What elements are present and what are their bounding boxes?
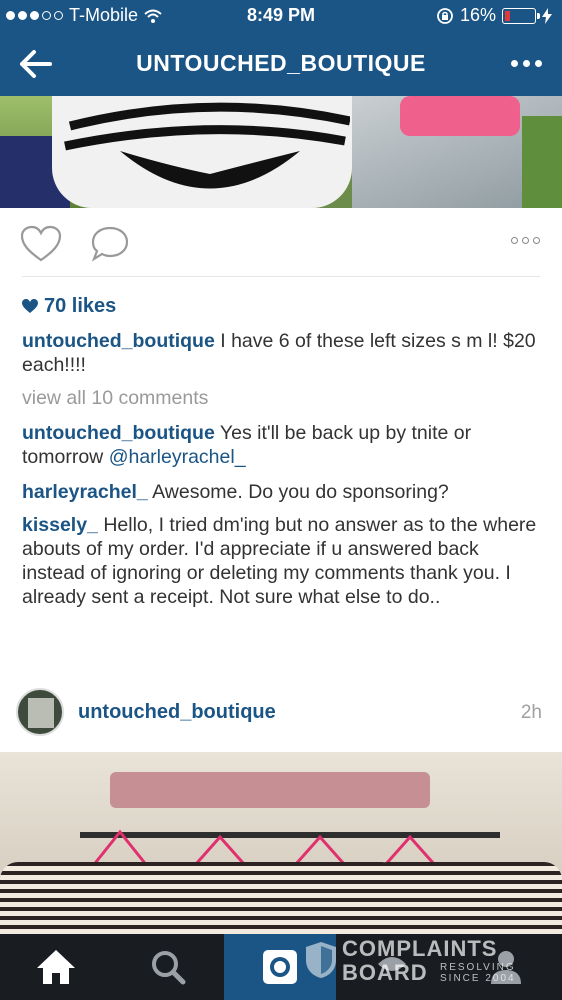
filled-heart-icon [22, 299, 38, 313]
complaintsboard-watermark: COMPLAINTS BOARD RESOLVING SINCE 2004 [300, 934, 562, 1000]
camera-icon [263, 950, 297, 984]
search-icon [152, 951, 186, 985]
post-caption: untouched_boutique I have 6 of these lef… [22, 329, 542, 377]
battery-icon [502, 7, 540, 24]
watermark-line-1: COMPLAINTS [342, 936, 498, 961]
comment-username[interactable]: untouched_boutique [22, 422, 215, 444]
rotation-lock-icon [437, 7, 453, 24]
caption-username[interactable]: untouched_boutique [22, 330, 215, 352]
home-icon [37, 950, 75, 984]
comment: kissely_ Hello, I tried dm'ing but no an… [22, 513, 542, 609]
battery-percentage: 16% [459, 5, 496, 25]
shield-logo-icon [306, 942, 336, 978]
status-bar: T-Mobile 8:49 PM 16% [0, 0, 562, 32]
comment-mention[interactable]: @harleyrachel_ [109, 446, 246, 468]
post-photo[interactable] [0, 752, 562, 934]
comment-text: Hello, I tried dm'ing but no answer as t… [22, 514, 537, 608]
post-options-icon[interactable] [511, 237, 540, 244]
comment-text: Awesome. Do you do sponsoring? [147, 481, 449, 503]
post-photo[interactable] [0, 96, 562, 208]
post-header: untouched_boutique 2h [0, 684, 562, 740]
like-heart-icon[interactable] [20, 225, 62, 263]
divider [22, 276, 540, 277]
page-title: UNTOUCHED_BOUTIQUE [136, 50, 426, 76]
comment: untouched_boutique Yes it'll be back up … [22, 421, 542, 469]
more-options-icon[interactable] [511, 60, 542, 67]
comment-username[interactable]: harleyrachel_ [22, 481, 148, 503]
post-timestamp: 2h [520, 702, 542, 723]
comment-bubble-icon[interactable] [90, 225, 130, 263]
bikini-bottom-image [64, 102, 350, 189]
watermark-tagline: RESOLVING SINCE 2004 [440, 962, 516, 984]
charging-icon [542, 7, 552, 24]
view-all-comments-link[interactable]: view all 10 comments [22, 386, 542, 410]
watermark-line-2: BOARD [342, 960, 428, 985]
likes-count[interactable]: 70 likes [22, 295, 116, 318]
app-header: UNTOUCHED_BOUTIQUE [0, 32, 562, 96]
top-bar: T-Mobile 8:49 PM 16% UNTOUCHED_BOUTIQUE [0, 0, 562, 96]
tab-home[interactable] [0, 934, 112, 1000]
tab-search[interactable] [112, 934, 224, 1000]
comment-username[interactable]: kissely_ [22, 514, 98, 536]
comment: harleyrachel_ Awesome. Do you do sponsor… [22, 480, 542, 504]
post-username[interactable]: untouched_boutique [78, 701, 276, 724]
